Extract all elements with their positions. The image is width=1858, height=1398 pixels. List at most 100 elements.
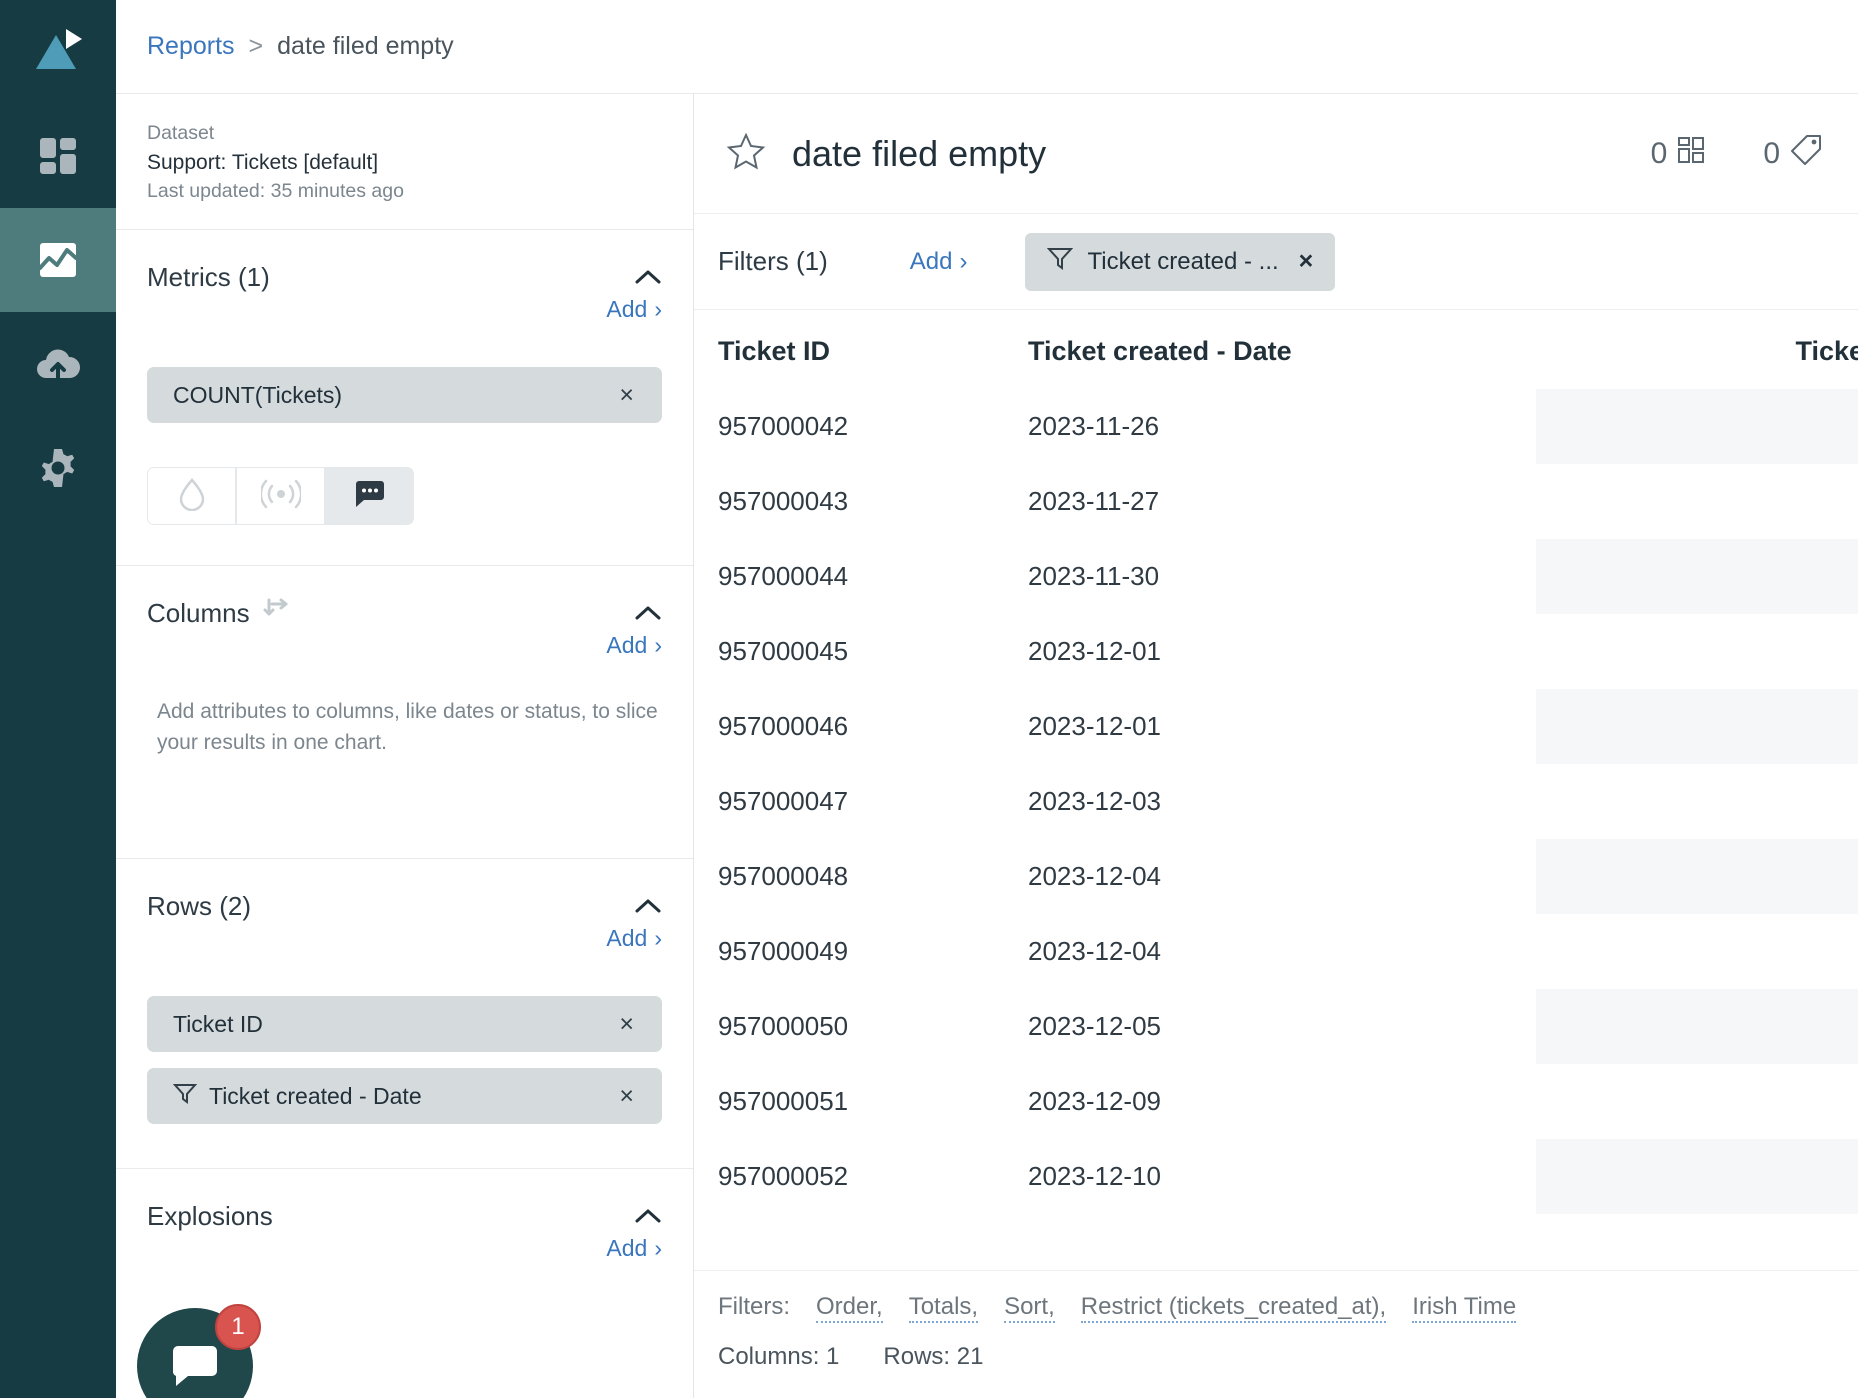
metric-chip-count-tickets[interactable]: COUNT(Tickets) ×: [147, 367, 662, 424]
report-table: Ticket ID Ticket created - Date Tickets …: [718, 310, 1858, 1214]
footer-link-sort[interactable]: Sort,: [1004, 1293, 1055, 1323]
cell-ticket-id: 957000051: [718, 1086, 849, 1116]
columns-add-button[interactable]: Add ›: [147, 632, 662, 669]
metrics-add-button[interactable]: Add ›: [147, 296, 662, 333]
sidebar-item-reports[interactable]: [0, 208, 116, 312]
cell-date: 2023-11-30: [1028, 561, 1160, 591]
filter-funnel-icon: [1047, 246, 1074, 277]
table-row[interactable]: 957000045 2023-12-01 1: [718, 614, 1858, 689]
filter-chip-remove-close-icon[interactable]: ×: [1293, 247, 1314, 276]
metrics-collapse-chevron-up-icon[interactable]: [634, 268, 662, 286]
row-chip-ticket-created-date[interactable]: Ticket created - Date ×: [147, 1068, 662, 1125]
signal-toggle-button[interactable]: [236, 467, 325, 526]
cell-ticket-id: 957000047: [718, 786, 849, 816]
dashboard-count-button[interactable]: 0: [1651, 136, 1706, 172]
columns-title: Columns: [147, 597, 250, 628]
comment-dots-icon: [353, 479, 387, 514]
dashboard-count-value: 0: [1650, 136, 1668, 170]
header-counters: 0 0: [1651, 134, 1822, 174]
cell-tickets: 1: [1536, 1064, 1858, 1139]
cell-date: 2023-12-04: [1028, 861, 1161, 891]
chevron-right-icon: ›: [654, 1235, 662, 1262]
chevron-right-icon: ›: [654, 925, 662, 952]
app-logo[interactable]: [0, 0, 116, 104]
metric-chip-remove-close-icon[interactable]: ×: [611, 381, 642, 410]
footer-filters-label: Filters:: [718, 1293, 790, 1320]
table-row[interactable]: 957000044 2023-11-30 1: [718, 539, 1858, 614]
explosions-collapse-chevron-up-icon[interactable]: [634, 1207, 662, 1225]
dataset-summary[interactable]: Dataset Support: Tickets [default] Last …: [116, 94, 693, 231]
chat-unread-badge: 1: [215, 1304, 261, 1350]
report-header: date filed empty 0 0: [694, 94, 1858, 214]
table-row[interactable]: 957000042 2023-11-26 1: [718, 389, 1858, 464]
table-row[interactable]: 957000046 2023-12-01 1: [718, 689, 1858, 764]
table-row[interactable]: 957000050 2023-12-05 1: [718, 989, 1858, 1064]
column-header-ticket-id[interactable]: Ticket ID: [718, 310, 1028, 389]
cell-tickets: 1: [1536, 914, 1858, 989]
footer-link-restrict[interactable]: Restrict (tickets_created_at),: [1080, 1293, 1387, 1323]
cell-tickets: 1: [1536, 539, 1858, 614]
app-root: Reports > date filed empty Dataset Suppo…: [0, 0, 1858, 1398]
comment-toggle-button[interactable]: [325, 467, 414, 526]
metric-display-toggle-group: [147, 467, 662, 526]
table-row[interactable]: 957000052 2023-12-10 1: [718, 1139, 1858, 1214]
cell-tickets: 1: [1536, 689, 1858, 764]
footer-link-order[interactable]: Order,: [816, 1293, 883, 1323]
breadcrumb-separator: >: [248, 32, 264, 60]
columns-hint-text: Add attributes to columns, like dates or…: [157, 700, 658, 754]
cell-date: 2023-12-05: [1028, 1011, 1161, 1041]
cell-date: 2023-12-10: [1028, 1161, 1161, 1191]
tag-count-button[interactable]: 0: [1763, 134, 1822, 174]
explosions-add-button[interactable]: Add ›: [147, 1235, 662, 1272]
gear-icon: [36, 446, 80, 490]
footer-link-totals[interactable]: Totals,: [908, 1293, 979, 1323]
transpose-arrow-icon[interactable]: [262, 596, 292, 631]
sidebar-item-settings[interactable]: [0, 416, 116, 520]
cell-ticket-id: 957000042: [718, 411, 849, 441]
explosions-section: Explosions Add ›: [116, 1169, 693, 1272]
sidebar-item-dashboards[interactable]: [0, 104, 116, 208]
tag-icon: [1790, 134, 1822, 174]
line-chart-icon: [36, 238, 80, 282]
footer-link-irish-time[interactable]: Irish Time: [1412, 1293, 1517, 1323]
filters-add-button[interactable]: Add ›: [910, 248, 968, 276]
column-header-ticket-created-date[interactable]: Ticket created - Date: [1028, 310, 1536, 389]
cell-ticket-id: 957000050: [718, 1011, 849, 1041]
rows-title: Rows (2): [147, 890, 252, 921]
droplet-toggle-button[interactable]: [147, 467, 236, 526]
cell-ticket-id: 957000045: [718, 636, 849, 666]
row-chip-ticket-id[interactable]: Ticket ID ×: [147, 996, 662, 1053]
table-row[interactable]: 957000047 2023-12-03 1: [718, 764, 1858, 839]
rows-collapse-chevron-up-icon[interactable]: [634, 897, 662, 915]
chevron-right-icon: ›: [654, 296, 662, 323]
dataset-label: Dataset: [147, 122, 215, 144]
cell-ticket-id: 957000043: [718, 486, 849, 516]
columns-add-label: Add: [606, 632, 648, 659]
tag-count-value: 0: [1763, 136, 1780, 170]
table-row[interactable]: 957000049 2023-12-04 1: [718, 914, 1858, 989]
row-chip-remove-close-icon[interactable]: ×: [611, 1010, 642, 1039]
rows-section: Rows (2) Add › Ticket ID × Ticket create…: [116, 859, 693, 1170]
cell-date: 2023-12-09: [1028, 1086, 1161, 1116]
cell-tickets: 1: [1536, 1139, 1858, 1214]
rows-add-label: Add: [606, 925, 648, 952]
column-header-tickets[interactable]: Tickets: [1536, 310, 1858, 389]
table-row[interactable]: 957000043 2023-11-27 1: [718, 464, 1858, 539]
columns-collapse-chevron-up-icon[interactable]: [634, 604, 662, 622]
cell-ticket-id: 957000048: [718, 861, 849, 891]
chat-support-button[interactable]: 1: [137, 1304, 261, 1398]
rows-add-button[interactable]: Add ›: [147, 925, 662, 962]
chat-support-icon: [167, 1339, 223, 1394]
filter-chip-label: Ticket created - ...: [1087, 247, 1279, 275]
row-chip-remove-close-icon[interactable]: ×: [611, 1082, 642, 1111]
table-row[interactable]: 957000048 2023-12-04 1: [718, 839, 1858, 914]
table-row[interactable]: 957000051 2023-12-09 1: [718, 1064, 1858, 1139]
cell-ticket-id: 957000052: [718, 1161, 849, 1191]
filter-chip-ticket-created[interactable]: Ticket created - ... ×: [1025, 232, 1336, 291]
breadcrumb-link-reports[interactable]: Reports: [147, 32, 235, 61]
filters-bar: Filters (1) Add › Ticket created - ... ×: [694, 214, 1858, 310]
favorite-star-button[interactable]: [718, 123, 774, 184]
cell-tickets: 1: [1536, 839, 1858, 914]
cell-date: 2023-12-04: [1028, 936, 1161, 966]
sidebar-item-uploads[interactable]: [0, 312, 116, 416]
